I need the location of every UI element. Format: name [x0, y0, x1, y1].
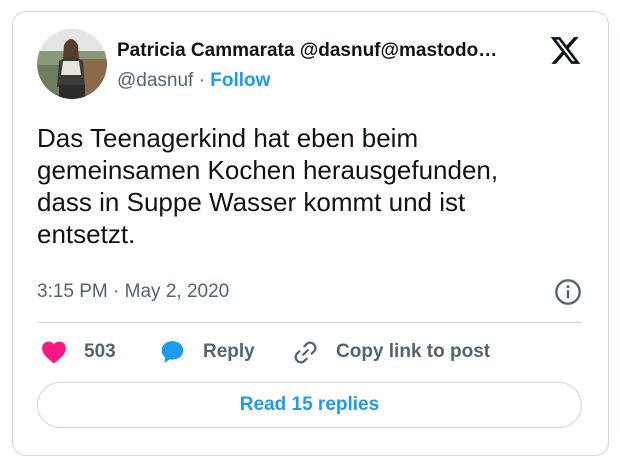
- author-display-name[interactable]: Patricia Cammarata @dasnuf@mastodo…: [117, 40, 537, 62]
- copy-link-button[interactable]: Copy link to post: [292, 336, 490, 368]
- handle-separator: ·: [193, 70, 211, 91]
- reply-label: Reply: [203, 341, 255, 362]
- avatar[interactable]: [37, 29, 107, 99]
- like-count: 503: [84, 341, 116, 362]
- copy-link-label: Copy link to post: [336, 341, 491, 362]
- author-handle[interactable]: @dasnuf: [117, 70, 193, 91]
- reply-button[interactable]: Reply: [159, 336, 255, 368]
- x-logo-icon[interactable]: [549, 34, 582, 67]
- tweet-text: Das Teenagerkind hat eben beim gemeinsam…: [37, 123, 499, 249]
- divider: [37, 322, 582, 323]
- tweet-actions: 503 Reply Copy link to post: [37, 336, 582, 368]
- read-replies-label: Read 15 replies: [239, 394, 380, 415]
- heart-icon: [42, 341, 66, 364]
- tweet-timestamp[interactable]: 3:15 PM · May 2, 2020: [37, 281, 229, 303]
- tweet-card: Patricia Cammarata @dasnuf@mastodo… @das…: [12, 11, 609, 456]
- reply-bubble-icon: [161, 341, 184, 363]
- like-button[interactable]: 503: [41, 336, 116, 368]
- link-icon: [294, 341, 317, 363]
- author-handle-row: @dasnuf · Follow: [117, 70, 270, 92]
- read-replies-button[interactable]: Read 15 replies: [37, 382, 582, 428]
- info-icon[interactable]: [554, 278, 582, 306]
- follow-link[interactable]: Follow: [210, 70, 270, 91]
